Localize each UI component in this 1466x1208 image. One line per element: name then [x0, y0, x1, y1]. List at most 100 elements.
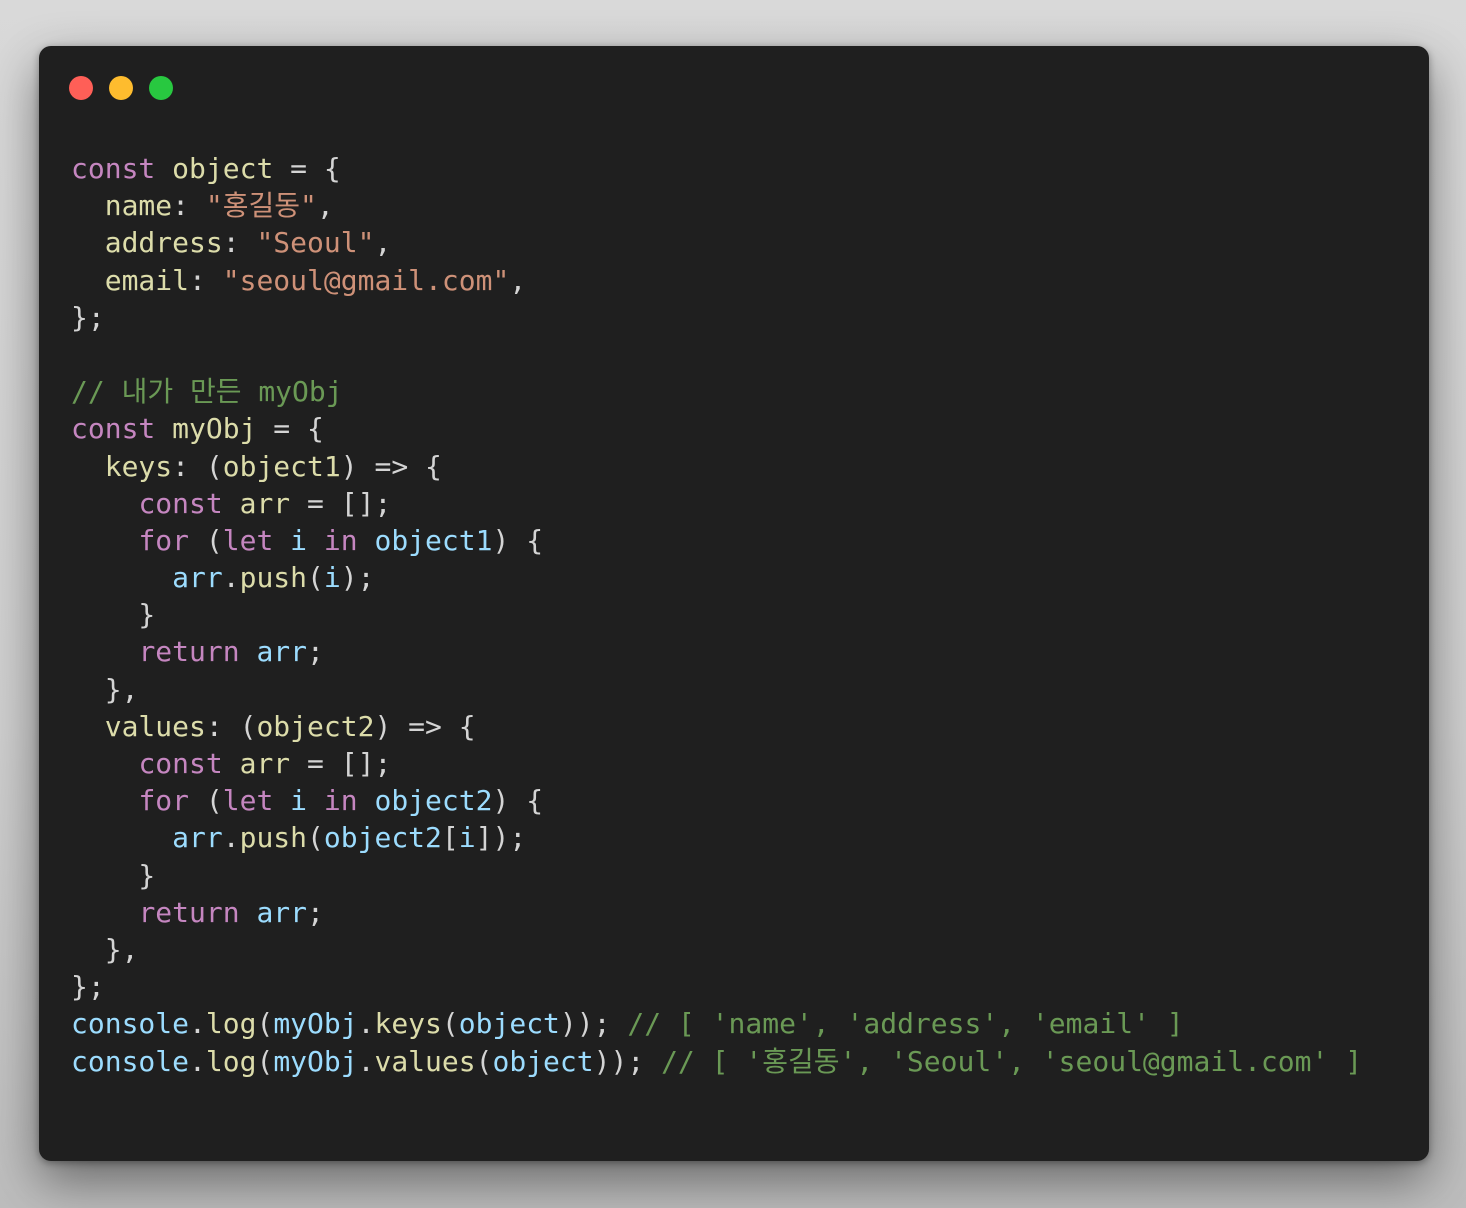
code-token: // 내가 만든 myObj [71, 375, 343, 409]
code-token: ( [256, 1007, 274, 1041]
code-token: : [172, 189, 206, 223]
close-icon[interactable] [69, 76, 93, 100]
code-token: const [71, 412, 173, 446]
code-line: }; [71, 968, 1362, 1005]
code-token: keys [374, 1007, 442, 1041]
code-token: arr [256, 635, 308, 669]
code-token: "홍길동" [205, 189, 317, 223]
code-token: . [222, 821, 240, 855]
code-token: log [205, 1044, 257, 1078]
code-line: address: "Seoul", [71, 224, 1362, 261]
code-token: arr [239, 486, 291, 520]
code-line: }, [71, 931, 1362, 968]
code-line: } [71, 857, 1362, 894]
code-token: . [357, 1044, 375, 1078]
code-token: } [71, 598, 156, 632]
code-token: ( [205, 784, 223, 818]
code-token: arr [239, 747, 291, 780]
code-token: ( [307, 561, 324, 595]
code-token: ) { [492, 784, 544, 818]
code-token: . [357, 1007, 375, 1041]
code-token: email [104, 263, 190, 297]
code-token: [ [441, 821, 459, 855]
code-token: , [509, 263, 527, 297]
code-token: } [71, 858, 156, 892]
code-token: = []; [290, 747, 392, 780]
code-token: . [189, 1007, 206, 1041]
code-token: return [138, 635, 257, 669]
code-token: ) => { [340, 449, 442, 483]
code-token: object [458, 1007, 560, 1041]
code-token: values [104, 709, 206, 743]
code-token: myObj [273, 1007, 358, 1041]
code-token: // [ 'name', 'address', 'email' ] [610, 1007, 1184, 1041]
code-token: values [374, 1044, 476, 1078]
code-token: object [172, 152, 274, 185]
code-token: in [323, 784, 375, 818]
code-token: i [290, 784, 324, 818]
code-line: arr.push(object2[i]); [71, 819, 1362, 856]
code-token: ; [307, 895, 324, 929]
code-token: let [222, 784, 291, 818]
code-line: keys: (object1) => { [71, 448, 1362, 485]
code-token: object1 [222, 449, 341, 483]
code-token: ( [205, 523, 223, 557]
code-token: object [492, 1044, 594, 1078]
code-token: : ( [172, 449, 223, 483]
maximize-icon[interactable] [149, 76, 173, 100]
code-token: for [138, 784, 206, 818]
code-token: arr [172, 821, 223, 855]
code-token: arr [256, 895, 308, 929]
code-token: "Seoul" [256, 226, 375, 260]
code-token: let [222, 523, 291, 557]
code-line: const myObj = { [71, 410, 1362, 447]
minimize-icon[interactable] [109, 76, 133, 100]
code-token: ]); [475, 821, 527, 855]
code-line: for (let i in object2) { [71, 782, 1362, 819]
code-token: }, [71, 932, 139, 966]
code-token: myObj [273, 1044, 358, 1078]
code-line: }; [71, 299, 1362, 336]
code-line: console.log(myObj.keys(object)); // [ 'n… [71, 1005, 1362, 1042]
code-token: "seoul@gmail.com" [222, 263, 510, 297]
code-token: . [189, 1044, 206, 1078]
code-token: push [239, 821, 308, 855]
code-token: arr [172, 561, 223, 595]
code-token: object1 [374, 523, 493, 557]
code-line: for (let i in object1) { [71, 522, 1362, 559]
code-line: return arr; [71, 633, 1362, 670]
code-token: object2 [256, 709, 375, 743]
code-line: const object = { [71, 150, 1362, 187]
code-line: arr.push(i); [71, 559, 1362, 596]
code-token: myObj [172, 412, 257, 446]
code-token: : [189, 263, 223, 297]
code-token: return [138, 895, 257, 929]
code-line: const arr = []; [71, 745, 1362, 782]
code-token: )); [593, 1044, 645, 1078]
code-token: name [104, 189, 173, 223]
code-token: : [222, 226, 257, 260]
code-token: , [374, 226, 392, 260]
code-token: ( [256, 1044, 274, 1078]
code-token: ) { [492, 523, 544, 557]
code-token: i [458, 821, 476, 855]
code-token: object2 [374, 784, 493, 818]
code-token: object2 [323, 821, 442, 855]
code-token: in [323, 523, 375, 557]
code-token: }; [71, 970, 105, 1004]
code-token: const [71, 152, 173, 185]
code-token: ; [307, 635, 324, 669]
code-token: ( [475, 1044, 493, 1078]
code-line: name: "홍길동", [71, 187, 1362, 224]
window-controls [69, 76, 173, 100]
